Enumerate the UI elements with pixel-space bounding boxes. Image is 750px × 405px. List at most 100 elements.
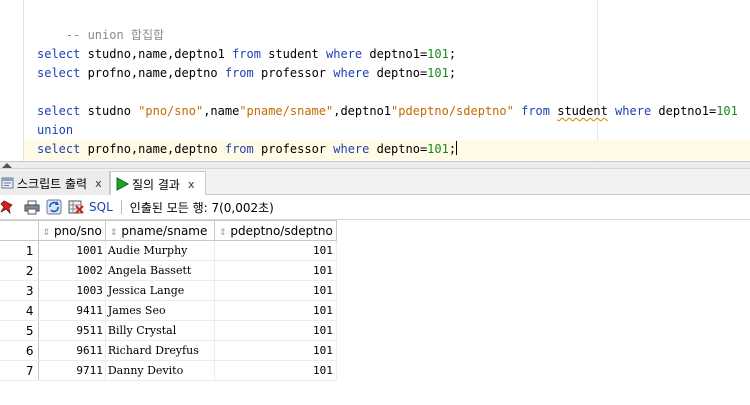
gutter-divider [23,0,24,161]
cell-pdeptno[interactable]: 101 [214,280,337,301]
table-row[interactable]: 4 9411 James Seo 101 [0,300,337,321]
row-number: 5 [0,320,39,341]
keyword: select [37,142,81,156]
cell-pno[interactable]: 1003 [38,280,106,301]
table-row[interactable]: 2 1002 Angela Bassett 101 [0,260,337,281]
keyword: where [326,47,363,61]
export-icon[interactable] [68,199,84,215]
code-line-comment[interactable]: -- union 합집합 [37,7,164,42]
cell-pdeptno[interactable]: 101 [214,340,337,361]
cell-pdeptno[interactable]: 101 [214,320,337,341]
code-text: deptno1= [362,47,428,61]
keyword: select [37,47,81,61]
fetch-status: 인출된 모든 행: 7(0,002초) [129,200,274,215]
string-literal: "pdeptno/sdeptno" [391,104,514,118]
table-row[interactable]: 6 9611 Richard Dreyfus 101 [0,340,337,361]
cell-pno[interactable]: 9411 [38,300,106,321]
cell-pname[interactable]: Danny Devito [105,360,215,381]
code-text: ; [448,66,457,80]
column-label: pdeptno/sdeptno [230,223,333,238]
toolbar-divider [120,200,122,214]
row-number: 4 [0,300,39,321]
column-header-pno-sno[interactable]: ⇕ pno/sno [37,220,106,241]
cell-pname[interactable]: Angela Bassett [105,260,215,281]
results-table: ⇕ pno/sno ⇕ pname/sname ⇕ pdeptno/sdeptno 1… [0,220,337,381]
cell-pdeptno[interactable]: 101 [214,360,337,381]
cell-pname[interactable]: Billy Crystal [105,320,215,341]
code-line-3[interactable]: select studno "pno/sno",name"pname/sname… [37,102,738,121]
row-number: 6 [0,340,39,361]
cell-pdeptno[interactable]: 101 [214,260,337,281]
result-toolbar: SQL 인출된 모든 행: 7(0,002초) [0,195,750,220]
cell-pno[interactable]: 9511 [38,320,106,341]
code-text: studno,name,deptno1 [80,47,233,61]
number-literal: 101 [427,142,449,156]
keyword: where [615,104,652,118]
results-grid[interactable]: ⇕ pno/sno ⇕ pname/sname ⇕ pdeptno/sdeptno 1… [0,220,750,405]
cell-pdeptno[interactable]: 101 [214,300,337,321]
code-text: deptno1= [651,104,717,118]
keyword: where [333,142,370,156]
code-text: ,name [203,104,240,118]
number-literal: 101 [427,66,449,80]
string-literal: "pname/sname" [239,104,334,118]
code-line-2[interactable]: select profno,name,deptno from professor… [37,64,456,83]
sql-button[interactable]: SQL [89,200,113,214]
number-literal: 101 [427,47,449,61]
table-row[interactable]: 1 1001 Audie Murphy 101 [0,240,337,261]
print-icon[interactable] [24,199,40,215]
row-number: 2 [0,260,39,281]
table-row[interactable]: 5 9511 Billy Crystal 101 [0,320,337,341]
output-tab-bar: 스크립트 출력 x 질의 결과 x [0,169,750,196]
cell-pno[interactable]: 9711 [38,360,106,381]
cell-pdeptno[interactable]: 101 [214,240,337,261]
column-header-pname-sname[interactable]: ⇕ pname/sname [104,220,215,241]
sql-editor[interactable]: -- union 합집합 select studno,name,deptno1 … [0,0,750,161]
flagged-identifier: student [557,104,608,118]
cell-pno[interactable]: 1001 [38,240,106,261]
cell-pno[interactable]: 9611 [38,340,106,361]
code-line-5[interactable]: select profno,name,deptno from professor… [37,140,458,159]
tab-script-output[interactable]: 스크립트 출력 x [0,171,110,195]
code-text: deptno= [369,142,428,156]
play-icon [115,177,130,191]
keyword: from [232,47,261,61]
code-text: profno,name,deptno [80,66,225,80]
keyword: select [37,66,81,80]
sort-icon[interactable]: ⇕ [110,228,118,238]
cell-pname[interactable]: Audie Murphy [105,240,215,261]
sort-icon[interactable]: ⇕ [43,228,51,238]
cell-pname[interactable]: James Seo [105,300,215,321]
row-number-header [0,220,39,241]
panel-splitter[interactable] [0,161,750,169]
code-text: profno,name,deptno [80,142,225,156]
tab-query-result[interactable]: 질의 결과 x [110,171,206,196]
code-text: ; [448,142,457,156]
table-row[interactable]: 3 1003 Jessica Lange 101 [0,280,337,301]
keyword: select [37,104,81,118]
tab-label: 스크립트 출력 [17,176,88,191]
table-row[interactable]: 7 9711 Danny Devito 101 [0,360,337,381]
number-literal: 101 [716,104,738,118]
comment-text: -- union 합집합 [65,28,165,42]
close-icon[interactable]: x [188,178,195,191]
code-line-4[interactable]: union [37,121,73,140]
row-number: 7 [0,360,39,381]
editor-gutter [0,0,23,161]
code-text: studno [80,104,139,118]
column-header-pdeptno-sdeptno[interactable]: ⇕ pdeptno/sdeptno [213,220,337,241]
refresh-icon[interactable] [46,199,62,215]
sort-icon[interactable]: ⇕ [219,228,227,238]
close-icon[interactable]: x [95,177,102,190]
collapse-arrow-icon[interactable] [2,163,12,168]
row-number: 1 [0,240,39,261]
cell-pno[interactable]: 1002 [38,260,106,281]
pin-icon[interactable] [0,199,16,215]
cell-pname[interactable]: Jessica Lange [105,280,215,301]
editor-right-margin [597,0,598,161]
cell-pname[interactable]: Richard Dreyfus [105,340,215,361]
script-output-icon [0,176,14,190]
code-line-1[interactable]: select studno,name,deptno1 from student … [37,45,456,64]
